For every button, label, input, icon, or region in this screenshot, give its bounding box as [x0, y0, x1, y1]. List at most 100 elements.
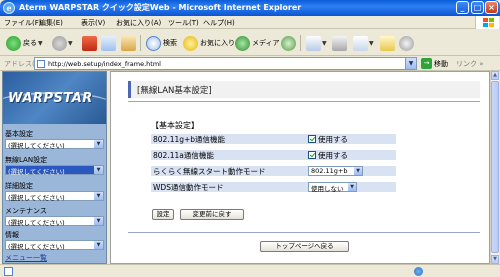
stop-button[interactable] — [82, 35, 97, 51]
home-button[interactable] — [121, 35, 136, 51]
revert-button[interactable]: 変更前に戻す — [180, 209, 244, 220]
back-button[interactable]: 戻る ▼ — [6, 35, 43, 51]
media-button[interactable]: メディア — [235, 35, 280, 51]
menu-help[interactable]: ヘルプ(H) — [203, 18, 235, 28]
search-button[interactable]: 検索 — [146, 35, 177, 51]
maximize-button[interactable]: □ — [471, 1, 484, 14]
back-arrow-icon — [6, 35, 21, 51]
advanced-settings-select[interactable]: (選択してください) ▼ — [5, 191, 104, 202]
history-button[interactable] — [281, 35, 296, 51]
scroll-up-icon[interactable]: ▲ — [491, 71, 499, 80]
sidebar-section-basic: 基本設定 (選択してください) ▼ — [3, 129, 106, 150]
checkbox-label: 使用する — [318, 134, 348, 144]
forward-arrow-icon — [52, 35, 67, 51]
vertical-scrollbar[interactable]: ▲ ▼ — [490, 71, 499, 264]
refresh-icon — [101, 35, 116, 51]
setting-label: 802.11g+b通信機能 — [153, 135, 226, 144]
menu-edit[interactable]: 編集(E) — [39, 18, 63, 28]
set-button[interactable]: 設定 — [152, 209, 174, 220]
page-icon — [37, 60, 45, 68]
status-bar — [0, 264, 500, 277]
window-title: Aterm WARPSTAR クイック設定Web - Microsoft Int… — [19, 3, 302, 12]
easy-start-mode-group: 802.11g+b ▼ — [308, 166, 363, 176]
sidebar-heading: 詳細設定 — [5, 182, 33, 190]
a-enable-checkbox[interactable] — [308, 151, 316, 159]
refresh-button[interactable] — [101, 35, 116, 51]
setting-label: WDS通信動作モード — [153, 183, 224, 192]
select-value: (選択してください) — [8, 194, 65, 202]
select-value: 使用しない — [311, 185, 344, 193]
edit-icon — [353, 35, 368, 51]
history-icon — [281, 35, 296, 51]
favorites-button[interactable]: お気に入り — [183, 35, 235, 51]
select-value: 802.11g+b — [311, 167, 348, 175]
maintenance-select[interactable]: (選択してください) ▼ — [5, 216, 104, 227]
go-button[interactable]: → 移動 — [421, 58, 448, 69]
sidebar-heading: 無線LAN設定 — [5, 156, 48, 164]
setting-label: 802.11a通信機能 — [153, 151, 214, 160]
select-value: (選択してください) — [8, 142, 65, 150]
wireless-settings-select[interactable]: (選択してください) ▼ — [5, 165, 104, 176]
menu-list-link[interactable]: メニュー一覧 — [5, 253, 47, 263]
info-select[interactable]: (選択してください) ▼ — [5, 240, 104, 251]
page-title-bar: [無線LAN基本設定] — [128, 81, 480, 98]
toolbar: 戻る ▼ ▼ 検索 お気に入り メディア ▼ ▼ — [0, 29, 500, 56]
address-bar: アドレス(D) http://web.setup/index_frame.htm… — [0, 56, 500, 71]
chevron-down-icon[interactable]: ▼ — [405, 58, 416, 69]
scroll-thumb[interactable] — [491, 81, 499, 253]
warpstar-logo: WARPSTAR — [3, 72, 106, 124]
minimize-button[interactable]: _ — [456, 1, 469, 14]
gb-enable-checkbox-group: 使用する — [308, 134, 348, 144]
chevron-down-icon: ▼ — [369, 39, 374, 47]
star-icon — [183, 35, 198, 51]
stop-icon — [82, 35, 97, 51]
close-button[interactable]: × — [485, 1, 498, 14]
setting-label: らくらく無線スタート動作モード — [153, 167, 266, 176]
toolbar-divider — [300, 35, 301, 51]
links-label: リンク — [456, 60, 477, 68]
media-label: メディア — [252, 39, 280, 47]
page-status-icon — [4, 267, 13, 276]
links-button[interactable]: リンク » — [456, 59, 484, 69]
easy-start-mode-select[interactable]: 802.11g+b ▼ — [308, 166, 363, 176]
search-label: 検索 — [163, 39, 177, 47]
menu-favorites[interactable]: お気に入り(A) — [116, 18, 161, 28]
setting-row: 802.11g+b通信機能 — [151, 134, 396, 144]
chevron-down-icon: ▼ — [348, 183, 356, 191]
edit-button[interactable]: ▼ — [353, 35, 374, 51]
page-title: [無線LAN基本設定] — [137, 86, 212, 96]
basic-settings-select[interactable]: (選択してください) ▼ — [5, 139, 104, 150]
address-url: http://web.setup/index_frame.html — [48, 60, 161, 68]
home-icon — [121, 35, 136, 51]
gb-enable-checkbox[interactable] — [308, 135, 316, 143]
messenger-button[interactable] — [399, 35, 414, 51]
menu-view[interactable]: 表示(V) — [81, 18, 105, 28]
top-page-button[interactable]: トップページへ戻る — [260, 241, 349, 252]
forward-button[interactable]: ▼ — [52, 35, 73, 51]
setting-row: 802.11a通信機能 — [151, 150, 396, 160]
sidebar-section-wireless: 無線LAN設定 (選択してください) ▼ — [3, 155, 106, 176]
sidebar-section-info: 情報 (選択してください) ▼ — [3, 230, 106, 251]
select-value: (選択してください) — [8, 243, 65, 251]
print-button[interactable] — [332, 35, 347, 51]
scroll-down-icon[interactable]: ▼ — [491, 255, 499, 264]
sidebar-heading: メンテナンス — [5, 207, 47, 215]
wds-mode-group: 使用しない ▼ — [308, 182, 357, 193]
a-enable-checkbox-group: 使用する — [308, 150, 348, 160]
address-input[interactable]: http://web.setup/index_frame.html ▼ — [34, 57, 417, 70]
menu-tools[interactable]: ツール(T) — [168, 18, 199, 28]
search-icon — [146, 35, 161, 51]
checkbox-label: 使用する — [318, 150, 348, 160]
ie-logo-icon: e — [3, 2, 15, 14]
wds-mode-select[interactable]: 使用しない ▼ — [308, 182, 357, 193]
sidebar-frame: WARPSTAR 基本設定 (選択してください) ▼ 無線LAN設定 (選択して… — [2, 71, 107, 264]
chevron-down-icon: ▼ — [68, 39, 73, 47]
select-value: (選択してください) — [8, 219, 65, 227]
mail-icon — [306, 35, 321, 51]
mail-button[interactable]: ▼ — [306, 35, 327, 51]
go-label: 移動 — [434, 59, 448, 68]
divider — [128, 101, 480, 102]
discuss-button[interactable] — [380, 35, 395, 51]
sidebar-heading: 基本設定 — [5, 130, 33, 138]
menu-file[interactable]: ファイル(F) — [4, 18, 42, 28]
